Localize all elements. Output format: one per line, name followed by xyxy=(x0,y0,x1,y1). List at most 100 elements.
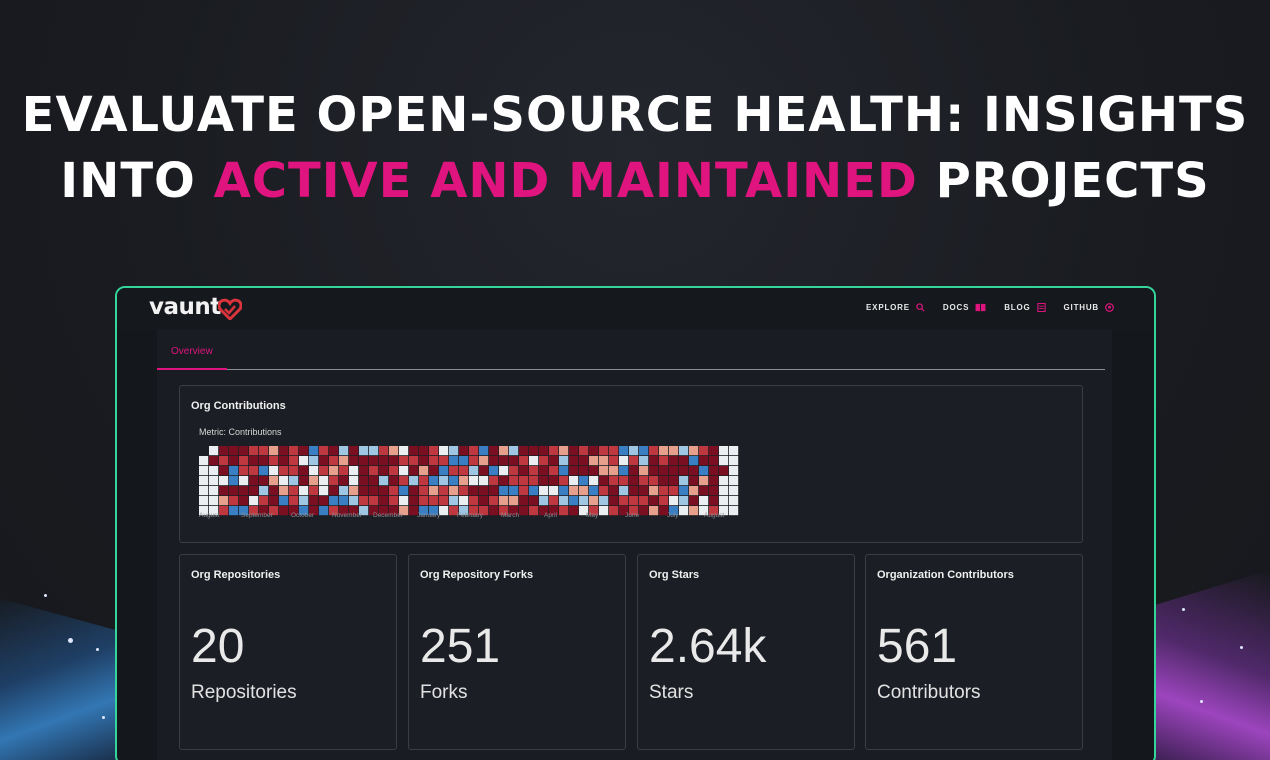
heatmap-cell xyxy=(609,496,619,506)
heatmap-cell xyxy=(329,486,339,496)
stat-card-repositories: Org Repositories 20 Repositories xyxy=(179,554,397,750)
heatmap-cell xyxy=(619,456,629,466)
heatmap-cell xyxy=(499,476,509,486)
month-axis: August September October November December Ja… xyxy=(199,512,739,522)
heatmap-cell xyxy=(339,496,349,506)
heatmap-cell xyxy=(339,476,349,486)
heatmap-cell xyxy=(259,476,269,486)
network-graphic-right xyxy=(1145,570,1270,760)
network-dot xyxy=(44,594,47,597)
app-window: vaunt EXPLORE DOCS BLOG GITHUB Overview … xyxy=(115,286,1156,760)
heatmap-cell xyxy=(599,486,609,496)
heatmap-cell xyxy=(609,476,619,486)
heatmap-cell xyxy=(219,466,229,476)
document-icon xyxy=(1036,303,1046,312)
heatmap-cell xyxy=(729,496,739,506)
heatmap-cell xyxy=(329,496,339,506)
heatmap-cell xyxy=(439,486,449,496)
heatmap-cell xyxy=(239,496,249,506)
network-dot xyxy=(1240,646,1243,649)
heatmap-cell xyxy=(279,466,289,476)
heatmap-cell xyxy=(559,486,569,496)
nav-blog[interactable]: BLOG xyxy=(1004,303,1046,312)
heatmap-cell xyxy=(639,456,649,466)
heatmap-cell xyxy=(629,486,639,496)
heatmap-cell xyxy=(659,456,669,466)
stat-title: Org Stars xyxy=(649,569,700,581)
heatmap-cell xyxy=(349,486,359,496)
heatmap-cell xyxy=(339,486,349,496)
heatmap-cell xyxy=(469,486,479,496)
heatmap-cell xyxy=(619,466,629,476)
heatmap-cell xyxy=(519,486,529,496)
heatmap-cell xyxy=(419,446,429,456)
nav-github[interactable]: GITHUB xyxy=(1064,303,1114,312)
heatmap-cell xyxy=(679,476,689,486)
heatmap-cell xyxy=(269,496,279,506)
heatmap-cell xyxy=(659,476,669,486)
network-dot xyxy=(96,648,99,651)
heatmap-cell xyxy=(499,486,509,496)
heatmap-cell xyxy=(679,496,689,506)
heatmap-cell xyxy=(359,486,369,496)
heatmap-cell xyxy=(289,466,299,476)
heatmap-cell xyxy=(459,446,469,456)
heatmap-cell xyxy=(249,496,259,506)
headline-line-1: EVALUATE OPEN-SOURCE HEALTH: INSIGHTS xyxy=(21,87,1249,143)
heatmap-cell xyxy=(459,466,469,476)
heatmap-cell xyxy=(439,496,449,506)
heatmap-cell xyxy=(699,446,709,456)
heatmap-cell xyxy=(319,486,329,496)
heatmap-cell xyxy=(659,496,669,506)
heatmap-cell xyxy=(599,466,609,476)
stat-value: 561 xyxy=(877,620,958,673)
heatmap-cell xyxy=(249,476,259,486)
heatmap-cell xyxy=(349,466,359,476)
heatmap-cell xyxy=(259,466,269,476)
heatmap-cell xyxy=(559,496,569,506)
heatmap-cell xyxy=(209,476,219,486)
heatmap-cell xyxy=(589,456,599,466)
stat-card-contributors: Organization Contributors 561 Contributo… xyxy=(865,554,1083,750)
heatmap-cell xyxy=(479,496,489,506)
heatmap-cell xyxy=(409,456,419,466)
heatmap-cell xyxy=(209,466,219,476)
heatmap-cell xyxy=(199,466,209,476)
heatmap-cell xyxy=(259,496,269,506)
heatmap-cell xyxy=(249,456,259,466)
stat-card-stars: Org Stars 2.64k Stars xyxy=(637,554,855,750)
heatmap-cell xyxy=(649,486,659,496)
heatmap-cell xyxy=(589,496,599,506)
heatmap-cell xyxy=(469,466,479,476)
heatmap-cell xyxy=(689,456,699,466)
nav-links: EXPLORE DOCS BLOG GITHUB xyxy=(866,303,1114,312)
heatmap-cell xyxy=(649,496,659,506)
heatmap-cell xyxy=(329,456,339,466)
vaunt-logo[interactable]: vaunt xyxy=(149,294,221,320)
heatmap-cell xyxy=(459,496,469,506)
heatmap-cell xyxy=(259,446,269,456)
search-icon xyxy=(916,303,925,312)
heatmap-cell xyxy=(289,456,299,466)
heatmap-cell xyxy=(659,486,669,496)
heatmap-cell xyxy=(279,456,289,466)
heatmap-cell xyxy=(469,496,479,506)
heatmap-cell xyxy=(489,486,499,496)
month-label: February xyxy=(457,512,484,519)
heatmap-cell xyxy=(599,446,609,456)
heatmap-cell xyxy=(629,466,639,476)
panel-title: Org Contributions xyxy=(191,400,286,412)
heatmap-cell xyxy=(239,476,249,486)
navbar: vaunt EXPLORE DOCS BLOG GITHUB xyxy=(117,288,1154,330)
heatmap-cell xyxy=(619,446,629,456)
tab-overview[interactable]: Overview xyxy=(157,340,227,370)
nav-explore-label: EXPLORE xyxy=(866,303,910,312)
nav-explore[interactable]: EXPLORE xyxy=(866,303,925,312)
heatmap-cell xyxy=(199,486,209,496)
heatmap-cell xyxy=(539,496,549,506)
heatmap-cell xyxy=(379,446,389,456)
heatmap-cell xyxy=(509,486,519,496)
heatmap-cell xyxy=(239,446,249,456)
heatmap-cell xyxy=(309,476,319,486)
nav-docs[interactable]: DOCS xyxy=(943,303,986,312)
